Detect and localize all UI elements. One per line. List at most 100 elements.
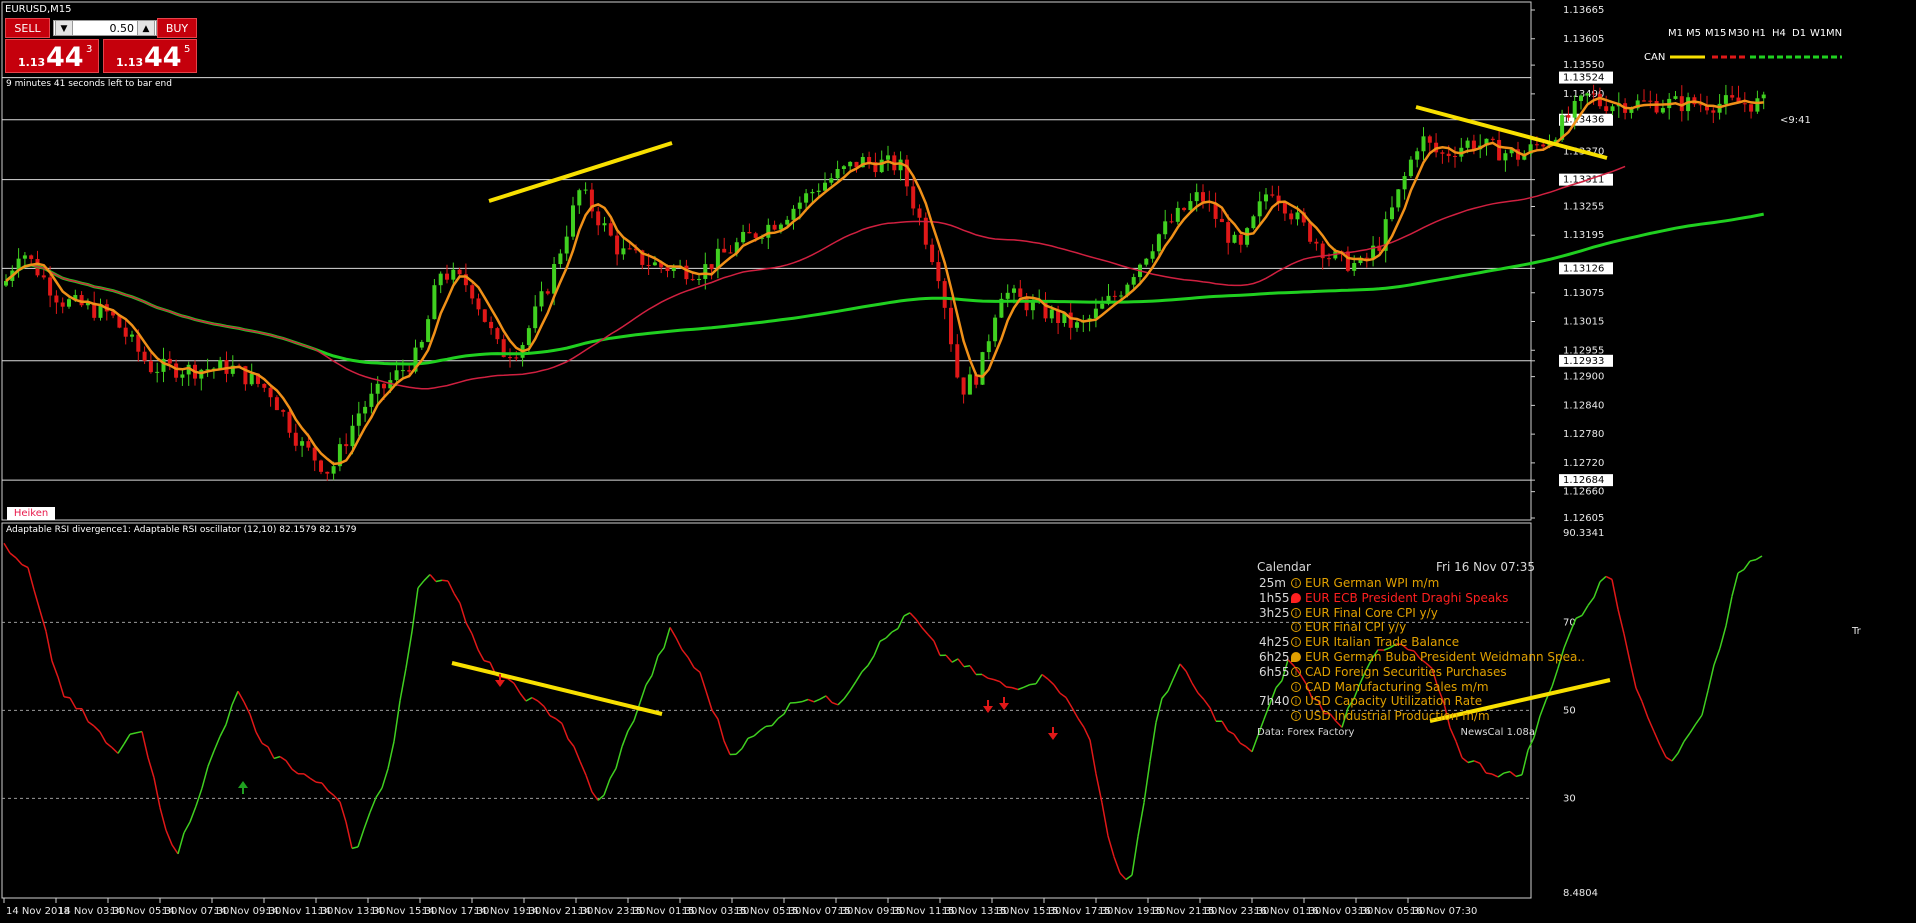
candle	[482, 309, 487, 323]
indicator-segment	[285, 760, 293, 770]
calendar-event-row[interactable]: i EUR Final CPI y/y	[1255, 620, 1535, 635]
tf-h4[interactable]: H4	[1772, 28, 1786, 39]
candle-body	[1541, 144, 1546, 147]
sell-price-prefix: 1.13	[18, 56, 46, 69]
tf-m1[interactable]: M1	[1668, 28, 1683, 39]
indicator-segment	[681, 649, 689, 658]
candle	[85, 298, 90, 310]
sell-button[interactable]: SELL	[5, 18, 50, 38]
indicator-segment	[723, 740, 731, 755]
calendar-event-row[interactable]: 7h40 i USD Capacity Utilization Rate	[1255, 694, 1535, 709]
candle-body	[823, 182, 827, 191]
info-icon: i	[1291, 681, 1301, 692]
candle	[949, 299, 953, 352]
lot-increase-icon[interactable]: ▲	[137, 20, 155, 36]
tf-m30[interactable]: M30	[1728, 28, 1749, 39]
candle	[904, 155, 909, 196]
candle	[161, 347, 166, 383]
indicator-segment	[123, 733, 131, 745]
buy-button[interactable]: BUY	[157, 18, 197, 38]
candle-body	[445, 273, 449, 280]
candle	[1667, 93, 1672, 120]
candle-body	[249, 373, 254, 385]
indicator-segment	[657, 647, 665, 657]
sell-price-box[interactable]: 1.13 44 3	[5, 39, 99, 73]
candle-body	[1226, 222, 1231, 243]
candle	[123, 319, 128, 345]
tf-m15[interactable]: M15	[1705, 28, 1726, 39]
candle	[1251, 214, 1256, 230]
candle-body	[1169, 221, 1174, 223]
calendar-event-row[interactable]: 6h55 i CAD Foreign Securities Purchases	[1255, 665, 1535, 680]
indicator-segment	[1521, 750, 1529, 775]
candle-body	[369, 393, 374, 407]
heiken-button[interactable]: Heiken	[7, 507, 55, 520]
indicator-segment	[129, 732, 137, 735]
candle-body	[1238, 234, 1243, 245]
indicator-segment	[1647, 717, 1655, 732]
calendar-title: Calendar	[1257, 560, 1311, 574]
candle-body	[1289, 213, 1294, 220]
candle-body	[961, 377, 966, 395]
indicator-segment	[687, 656, 695, 668]
candle-body	[1503, 153, 1508, 161]
buy-price-box[interactable]: 1.13 44 5	[103, 39, 197, 73]
calendar-event-row[interactable]: 3h25 i EUR Final Core CPI y/y	[1255, 606, 1535, 621]
candle-body	[904, 159, 909, 187]
candle	[1383, 211, 1388, 263]
indicator-segment	[825, 695, 833, 704]
candle-body	[1201, 192, 1205, 202]
candle	[180, 369, 185, 386]
indicator-segment	[261, 742, 269, 748]
candle-body	[1711, 110, 1716, 113]
lot-decrease-icon[interactable]: ▼	[55, 20, 73, 36]
calendar-event-row[interactable]: i CAD Manufacturing Sales m/m	[1255, 680, 1535, 695]
indicator-segment	[351, 846, 359, 850]
indicator-segment	[1683, 732, 1691, 742]
price-marker-label: 1.12684	[1563, 475, 1604, 486]
candle-body	[1654, 100, 1659, 113]
indicator-segment	[669, 627, 677, 639]
indicator-segment	[783, 702, 791, 715]
tf-h1[interactable]: H1	[1752, 28, 1766, 39]
indicator-segment	[1689, 723, 1697, 734]
calendar-event-row[interactable]: 1h55 EUR ECB President Draghi Speaks	[1255, 591, 1535, 606]
indicator-segment	[387, 741, 395, 769]
candle	[98, 298, 103, 321]
candle	[722, 237, 727, 253]
indicator-segment	[795, 700, 803, 704]
buy-price-big: 44	[144, 42, 182, 73]
candle	[930, 238, 935, 265]
indicator-segment	[345, 821, 353, 849]
candle-body	[993, 317, 998, 342]
calendar-event-row[interactable]: 25m i EUR German WPI m/m	[1255, 576, 1535, 591]
price-marker-label: 1.12933	[1563, 356, 1604, 367]
chart-canvas[interactable]: 1.136651.136051.135501.134901.134361.133…	[0, 0, 1916, 923]
tf-w1[interactable]: W1	[1810, 28, 1826, 39]
candle	[1232, 231, 1237, 244]
indicator-segment	[1605, 575, 1613, 581]
indicator-segment	[519, 692, 527, 702]
tf-m5[interactable]: M5	[1686, 28, 1701, 39]
indicator-segment	[1719, 625, 1727, 649]
candle-body	[886, 155, 890, 160]
indicator-segment	[531, 696, 539, 702]
indicator-segment	[453, 592, 461, 604]
candle-body	[911, 186, 916, 209]
indicator-segment	[879, 637, 887, 642]
indicator-segment	[543, 706, 551, 717]
indicator-segment	[735, 747, 743, 755]
candle-body	[268, 387, 273, 398]
calendar-event-row[interactable]: 4h25 i EUR Italian Trade Balance	[1255, 635, 1535, 650]
time-tick-label: 16 Nov 07:30	[1410, 906, 1477, 917]
tf-mn[interactable]: MN	[1826, 28, 1842, 39]
candle-body	[400, 370, 405, 372]
indicator-segment	[597, 794, 605, 801]
calendar-event-row[interactable]: 6h25 EUR German Buba President Weidmann S…	[1255, 650, 1585, 665]
indicator-segment	[873, 641, 881, 657]
tf-d1[interactable]: D1	[1792, 28, 1806, 39]
candle-body	[810, 191, 815, 194]
calendar-event-time: 1h55	[1259, 590, 1290, 605]
calendar-event-row[interactable]: i USD Industrial Production m/m	[1255, 709, 1535, 724]
candle	[356, 401, 361, 437]
